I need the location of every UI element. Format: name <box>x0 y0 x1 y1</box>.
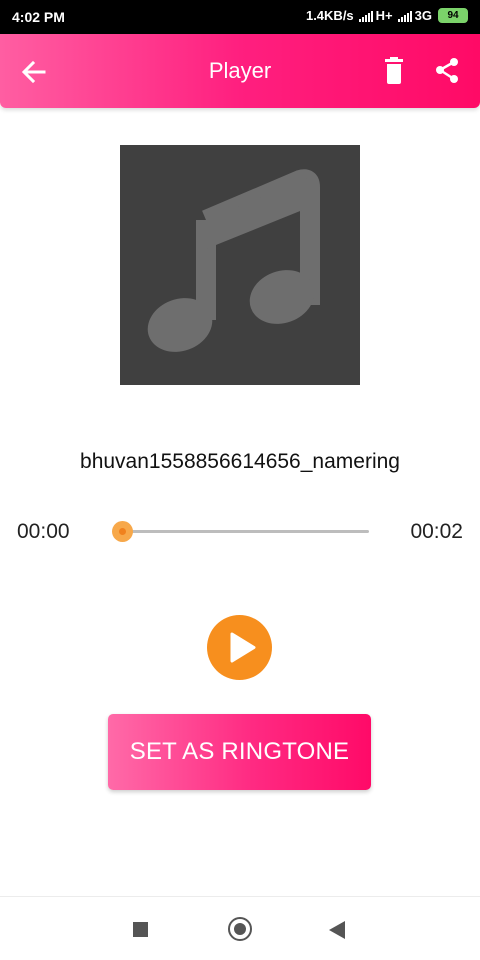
seek-thumb[interactable] <box>112 521 133 542</box>
music-note-icon <box>147 169 320 352</box>
network-speed: 1.4KB/s <box>305 8 354 23</box>
page-title: Player <box>208 58 272 83</box>
system-nav-bar <box>0 896 480 960</box>
battery-icon: 94 <box>438 8 468 23</box>
current-time: 00:00 <box>17 520 70 543</box>
play-icon <box>230 632 256 663</box>
play-button[interactable] <box>207 615 272 680</box>
set-as-ringtone-button[interactable]: SET AS RINGTONE <box>108 714 371 790</box>
share-icon[interactable] <box>432 56 462 86</box>
trash-icon[interactable] <box>380 56 408 86</box>
network-type-2: 3G <box>414 8 432 23</box>
track-name: bhuvan1558856614656_namering <box>80 450 400 473</box>
network-type-1: H+ <box>375 8 393 23</box>
back-icon[interactable] <box>329 921 345 939</box>
app-bar: Player <box>0 34 480 108</box>
status-bar: 4:02 PM 1.4KB/s H+ 3G 94 <box>0 0 480 34</box>
signal-icon <box>358 10 373 22</box>
status-indicators: 1.4KB/s H+ 3G 94 <box>306 8 468 23</box>
album-art <box>120 145 360 385</box>
total-time: 00:02 <box>410 520 463 543</box>
home-icon[interactable] <box>228 917 252 941</box>
recents-icon[interactable] <box>133 922 148 937</box>
signal-icon-2 <box>397 10 412 22</box>
seek-bar[interactable] <box>122 530 369 533</box>
status-time: 4:02 PM <box>12 9 65 25</box>
